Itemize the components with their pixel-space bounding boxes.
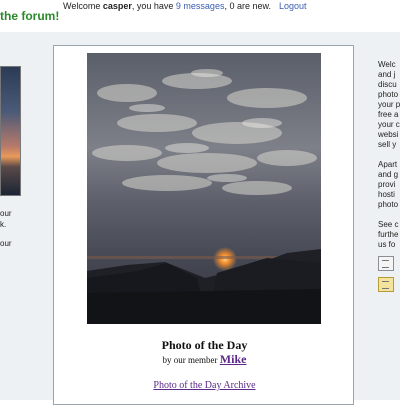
right-text-line: Welc	[378, 60, 396, 69]
left-text-line: our	[0, 239, 12, 248]
right-text-line: free a	[378, 110, 399, 119]
forum-title: the forum!	[0, 9, 60, 23]
photo-of-the-day-title: Photo of the Day	[161, 338, 248, 352]
right-text-line: photo	[378, 200, 399, 209]
right-text-line: sell y	[378, 140, 397, 149]
archive-link-container: Photo of the Day Archive	[54, 380, 355, 391]
right-text-line: hosti	[378, 190, 395, 199]
right-text-line: provi	[378, 180, 396, 189]
right-text-line: your p	[378, 100, 400, 109]
left-text-block-1: our k.	[0, 208, 48, 230]
right-text-line: furthe	[378, 230, 399, 239]
logout-link[interactable]: Logout	[279, 1, 307, 11]
photo-of-the-day-image[interactable]	[87, 53, 321, 324]
right-text-line: See c	[378, 220, 399, 229]
username: casper	[102, 1, 132, 11]
right-text-line: photo	[378, 90, 399, 99]
member-link[interactable]: Mike	[220, 352, 247, 366]
left-text-line: k.	[0, 220, 7, 229]
byline-prefix: by our member	[162, 355, 218, 365]
right-paragraph-3: See c furthe us fo	[378, 220, 400, 250]
right-text-line: discu	[378, 80, 397, 89]
welcome-prefix: Welcome	[63, 1, 103, 11]
document-icon[interactable]	[378, 256, 394, 271]
messages-suffix: , 0 are new.	[224, 1, 271, 11]
right-column: Welc and j discu photo your p free a you…	[378, 60, 400, 292]
right-paragraph-1: Welc and j discu photo your p free a you…	[378, 60, 400, 150]
right-text-line: us fo	[378, 240, 396, 249]
messages-link[interactable]: 9 messages	[176, 1, 225, 11]
left-thumbnail-image[interactable]	[0, 66, 21, 196]
right-paragraph-2: Apart and g provi hosti photo	[378, 160, 400, 210]
right-text-line: websi	[378, 130, 399, 139]
messages-prefix: , you have	[131, 1, 176, 11]
welcome-line: Welcome casper, you have 9 messages, 0 a…	[63, 1, 307, 11]
left-text-line: our	[0, 209, 12, 218]
right-text-line: your c	[378, 120, 400, 129]
right-text-line: and j	[378, 70, 396, 79]
left-column: our k. our	[0, 32, 52, 400]
sunset-sky-photo	[87, 53, 321, 324]
photo-of-the-day-panel: Photo of the Day by our member Mike Phot…	[53, 45, 354, 405]
right-text-line: Apart	[378, 160, 398, 169]
left-text-block-2: our	[0, 238, 48, 249]
photo-archive-link[interactable]: Photo of the Day Archive	[153, 380, 255, 391]
photo-byline: by our member Mike	[54, 352, 355, 367]
right-text-line: and g	[378, 170, 399, 179]
folder-icon[interactable]	[378, 277, 394, 292]
